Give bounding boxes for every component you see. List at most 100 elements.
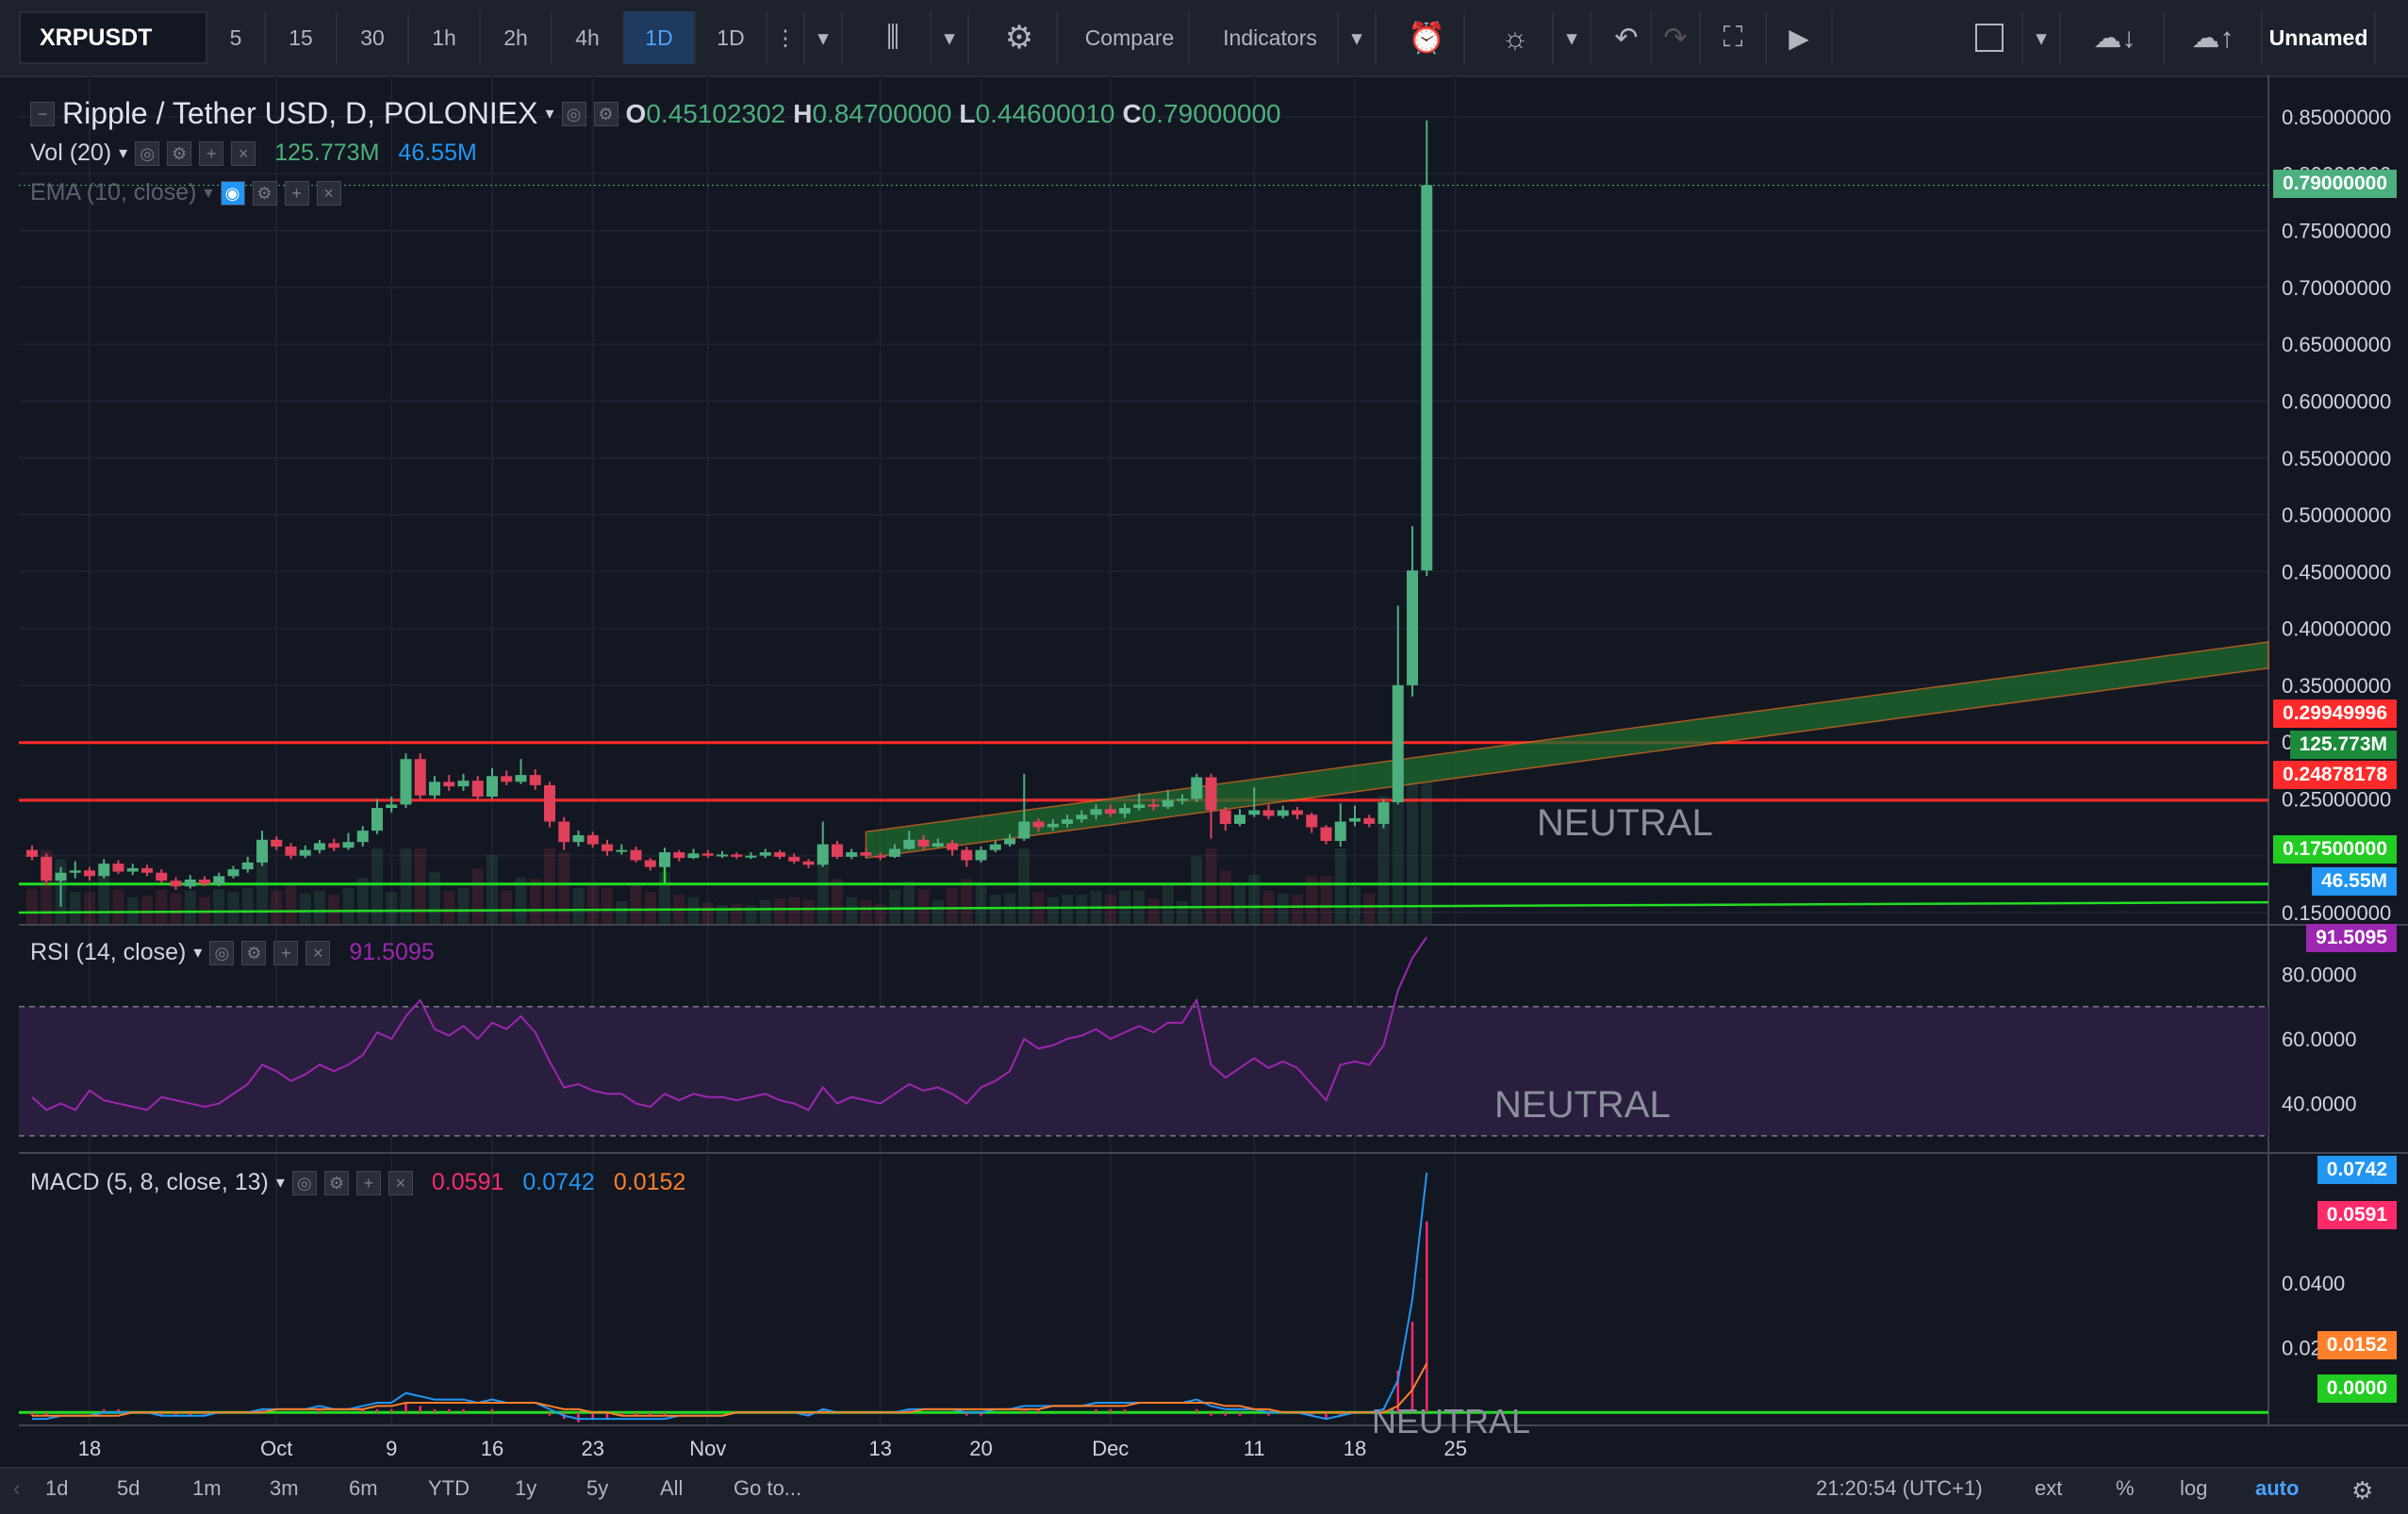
alert-clock-icon[interactable]: ⏰ (1390, 11, 1465, 64)
more-intervals-icon[interactable]: ⋮ (767, 11, 805, 64)
candle-body (816, 844, 829, 865)
volume-bar (429, 872, 440, 924)
candle-body (673, 852, 685, 859)
interval-1h[interactable]: 1h (409, 11, 481, 64)
left-arrow-icon[interactable]: ‹ (13, 1476, 20, 1501)
cloud-upload-icon[interactable]: ☁↑ (2165, 11, 2263, 64)
chart-canvas[interactable]: 0.850000000.800000000.750000000.70000000… (0, 75, 2408, 1467)
eye-icon[interactable]: ◎ (561, 101, 586, 126)
redo-icon[interactable]: ↷ (1652, 11, 1701, 64)
macd-close-icon[interactable]: × (388, 1170, 413, 1195)
range-1m[interactable]: 1m (192, 1476, 222, 1501)
idea-dropdown-icon[interactable]: ▾ (1554, 11, 1592, 64)
interval-2h[interactable]: 2h (481, 11, 553, 64)
interval-5[interactable]: 5 (207, 11, 266, 64)
interval-dropdown-icon[interactable]: ▾ (805, 11, 843, 64)
range-6m[interactable]: 6m (349, 1476, 378, 1501)
range-all[interactable]: All (660, 1476, 683, 1501)
candle-body (961, 849, 973, 861)
fullscreen-icon[interactable]: ⛶ (1701, 11, 1767, 64)
range-3m[interactable]: 3m (270, 1476, 299, 1501)
volume-bar (731, 903, 743, 924)
price-tick-label: 0.85000000 (2282, 106, 2391, 129)
symbol-search[interactable]: XRPUSDT (19, 11, 207, 64)
chart-style-dropdown-icon[interactable]: ▾ (932, 11, 969, 64)
volume-dropdown-icon[interactable]: ▾ (119, 143, 127, 163)
gear-small-icon[interactable]: ⚙ (593, 101, 618, 126)
volume-add-icon[interactable]: + (199, 140, 224, 166)
candle-body (98, 864, 110, 877)
candle-body (55, 872, 67, 881)
candle-body (989, 844, 1001, 850)
indicators-dropdown-icon[interactable]: ▾ (1339, 11, 1377, 64)
interval-30[interactable]: 30 (338, 11, 409, 64)
replay-play-icon[interactable]: ▶ (1767, 11, 1833, 64)
candle-body (1004, 838, 1015, 845)
ema-add-icon[interactable]: + (284, 180, 309, 206)
neutral-label-main: NEUTRAL (1537, 802, 1713, 844)
candle-body (342, 842, 355, 848)
macd-gear-icon[interactable]: ⚙ (323, 1170, 349, 1195)
range-1d[interactable]: 1d (45, 1476, 68, 1501)
drawing-overlays[interactable] (18, 641, 2269, 914)
idea-bulb-icon[interactable]: ☼ (1478, 11, 1554, 64)
volume-ma-value: 46.55M (398, 140, 477, 166)
volume-bar (832, 879, 843, 924)
settings-gear-icon[interactable]: ⚙ (982, 11, 1058, 64)
interval-1d[interactable]: 1D (696, 11, 767, 64)
layout-dropdown-icon[interactable]: ▾ (2023, 11, 2061, 64)
volume-bar (1047, 897, 1059, 924)
candle-body (1133, 804, 1146, 809)
cloud-download-icon[interactable]: ☁↓ (2067, 11, 2165, 64)
collapse-icon[interactable]: − (30, 101, 55, 126)
range-5y[interactable]: 5y (586, 1476, 608, 1501)
volume-gear-icon[interactable]: ⚙ (167, 140, 192, 166)
ema-dropdown-icon[interactable]: ▾ (204, 183, 212, 203)
compare-button[interactable]: Compare (1071, 11, 1190, 64)
option-percent[interactable]: % (2116, 1476, 2135, 1501)
candle-body (572, 834, 585, 843)
interval-1d-active[interactable]: 1D (624, 11, 696, 64)
rsi-tick-label: 80.0000 (2282, 963, 2357, 986)
candle-body (414, 759, 426, 796)
candle-body (630, 849, 642, 861)
layout-name[interactable]: Unnamed (2263, 11, 2376, 64)
option-ext[interactable]: ext (2035, 1476, 2062, 1501)
candle-body (199, 879, 210, 884)
option-auto[interactable]: auto (2255, 1476, 2299, 1501)
macd-zero-tag: 0.0000 (2317, 1374, 2397, 1403)
macd-eye-icon[interactable]: ◎ (291, 1170, 317, 1195)
range-ytd[interactable]: YTD (428, 1476, 470, 1501)
volume-close-icon[interactable]: × (231, 140, 256, 166)
title-dropdown-icon[interactable]: ▾ (545, 104, 553, 123)
ema-close-icon[interactable]: × (316, 180, 341, 206)
high-value: 0.84700000 (812, 98, 952, 128)
axis-settings-gear-icon[interactable]: ⚙ (2351, 1476, 2373, 1506)
layout-square-icon[interactable] (1957, 11, 2023, 64)
volume-bar (1147, 898, 1160, 924)
range-1y[interactable]: 1y (515, 1476, 536, 1501)
interval-4h[interactable]: 4h (553, 11, 624, 64)
macd-add-icon[interactable]: + (355, 1170, 381, 1195)
rsi-gear-icon[interactable]: ⚙ (241, 940, 267, 965)
ema-eye-icon[interactable]: ◉ (220, 180, 245, 206)
rsi-dropdown-icon[interactable]: ▾ (193, 943, 202, 963)
high-label: H (793, 98, 813, 128)
undo-icon[interactable]: ↶ (1603, 11, 1652, 64)
macd-dropdown-icon[interactable]: ▾ (276, 1173, 285, 1193)
rsi-close-icon[interactable]: × (305, 940, 331, 965)
indicators-button[interactable]: Indicators (1203, 11, 1339, 64)
volume-bar (1062, 895, 1073, 924)
rsi-add-icon[interactable]: + (273, 940, 299, 965)
range-5d[interactable]: 5d (117, 1476, 140, 1501)
rsi-eye-icon[interactable]: ◎ (209, 940, 235, 965)
volume-bar (889, 889, 900, 924)
ema-gear-icon[interactable]: ⚙ (252, 180, 277, 206)
option-log[interactable]: log (2180, 1476, 2207, 1501)
volume-bar (414, 848, 426, 924)
candle-body (285, 847, 297, 856)
candles-style-icon[interactable]: ⫼ (856, 11, 932, 64)
volume-eye-icon[interactable]: ◎ (135, 140, 160, 166)
goto-date[interactable]: Go to... (734, 1476, 801, 1501)
interval-15[interactable]: 15 (266, 11, 338, 64)
